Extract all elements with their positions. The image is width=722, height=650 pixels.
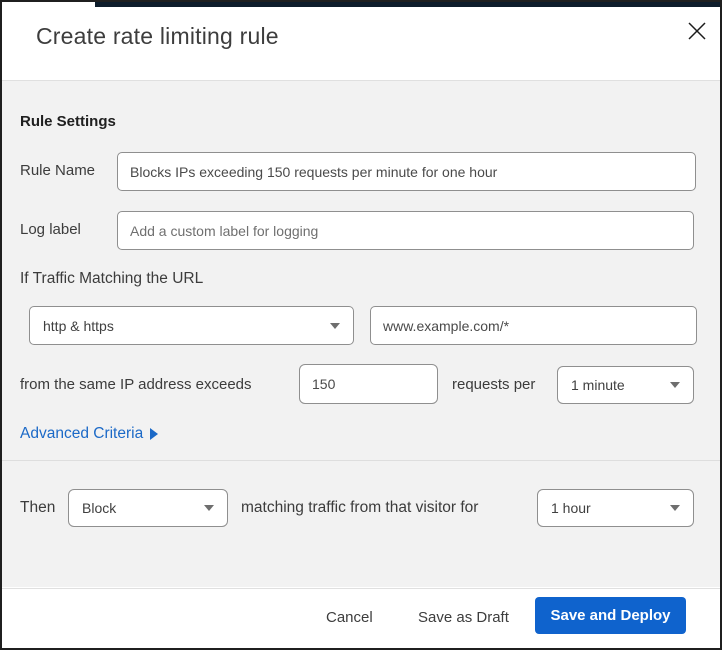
advanced-criteria-label: Advanced Criteria xyxy=(20,425,144,442)
traffic-match-intro: If Traffic Matching the URL xyxy=(20,270,204,287)
action-select[interactable]: Block xyxy=(68,489,228,527)
save-as-draft-button[interactable]: Save as Draft xyxy=(410,603,517,632)
threshold-prefix: from the same IP address exceeds xyxy=(20,376,252,393)
section-heading: Rule Settings xyxy=(20,113,116,130)
section-divider xyxy=(2,460,720,461)
log-label-input[interactable] xyxy=(117,211,694,250)
rate-limit-modal: Create rate limiting rule Rule Settings … xyxy=(0,0,722,650)
duration-select-value: 1 hour xyxy=(551,500,591,516)
footer-divider xyxy=(2,588,720,589)
chevron-down-icon xyxy=(330,322,340,329)
log-label-label: Log label xyxy=(20,221,81,238)
chevron-down-icon xyxy=(670,505,680,511)
modal-title: Create rate limiting rule xyxy=(36,23,279,49)
url-input[interactable] xyxy=(370,306,697,345)
chevron-down-icon xyxy=(670,382,680,388)
close-icon xyxy=(686,20,708,45)
action-middle: matching traffic from that visitor for xyxy=(241,499,479,516)
chevron-down-icon xyxy=(204,505,214,511)
scheme-select-value: http & https xyxy=(43,317,114,334)
save-and-deploy-button[interactable]: Save and Deploy xyxy=(535,597,686,634)
requests-count-input[interactable] xyxy=(299,364,438,404)
rule-name-input[interactable] xyxy=(117,152,696,191)
close-button[interactable] xyxy=(680,15,714,49)
expand-right-icon xyxy=(150,428,159,440)
rule-name-label: Rule Name xyxy=(20,162,96,179)
cancel-button[interactable]: Cancel xyxy=(318,603,381,632)
scheme-select[interactable]: http & https xyxy=(29,306,354,345)
period-select-value: 1 minute xyxy=(571,377,625,393)
action-prefix: Then xyxy=(20,499,56,516)
period-select[interactable]: 1 minute xyxy=(557,366,694,404)
advanced-criteria-link[interactable]: Advanced Criteria xyxy=(20,425,159,443)
background-page-strip xyxy=(95,2,720,7)
header-divider xyxy=(2,80,720,81)
duration-select[interactable]: 1 hour xyxy=(537,489,694,527)
threshold-middle: requests per xyxy=(452,376,536,393)
action-select-value: Block xyxy=(82,500,117,516)
